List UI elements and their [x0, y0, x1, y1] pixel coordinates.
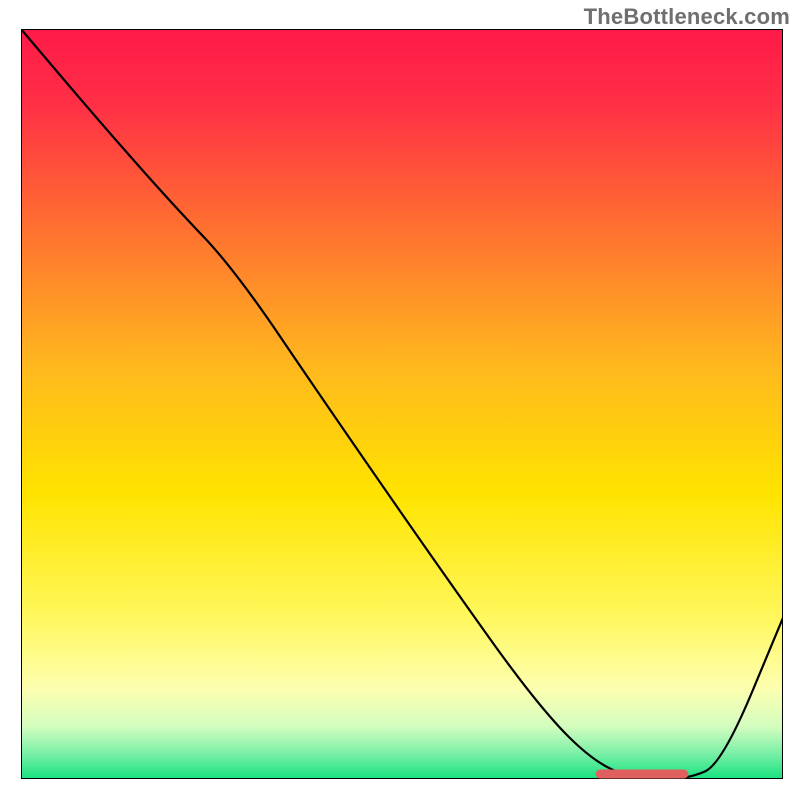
chart-svg — [21, 29, 783, 779]
chart-frame: TheBottleneck.com — [0, 0, 800, 800]
watermark-text: TheBottleneck.com — [584, 4, 790, 30]
gradient-background — [21, 29, 783, 779]
plot-area — [21, 29, 783, 779]
